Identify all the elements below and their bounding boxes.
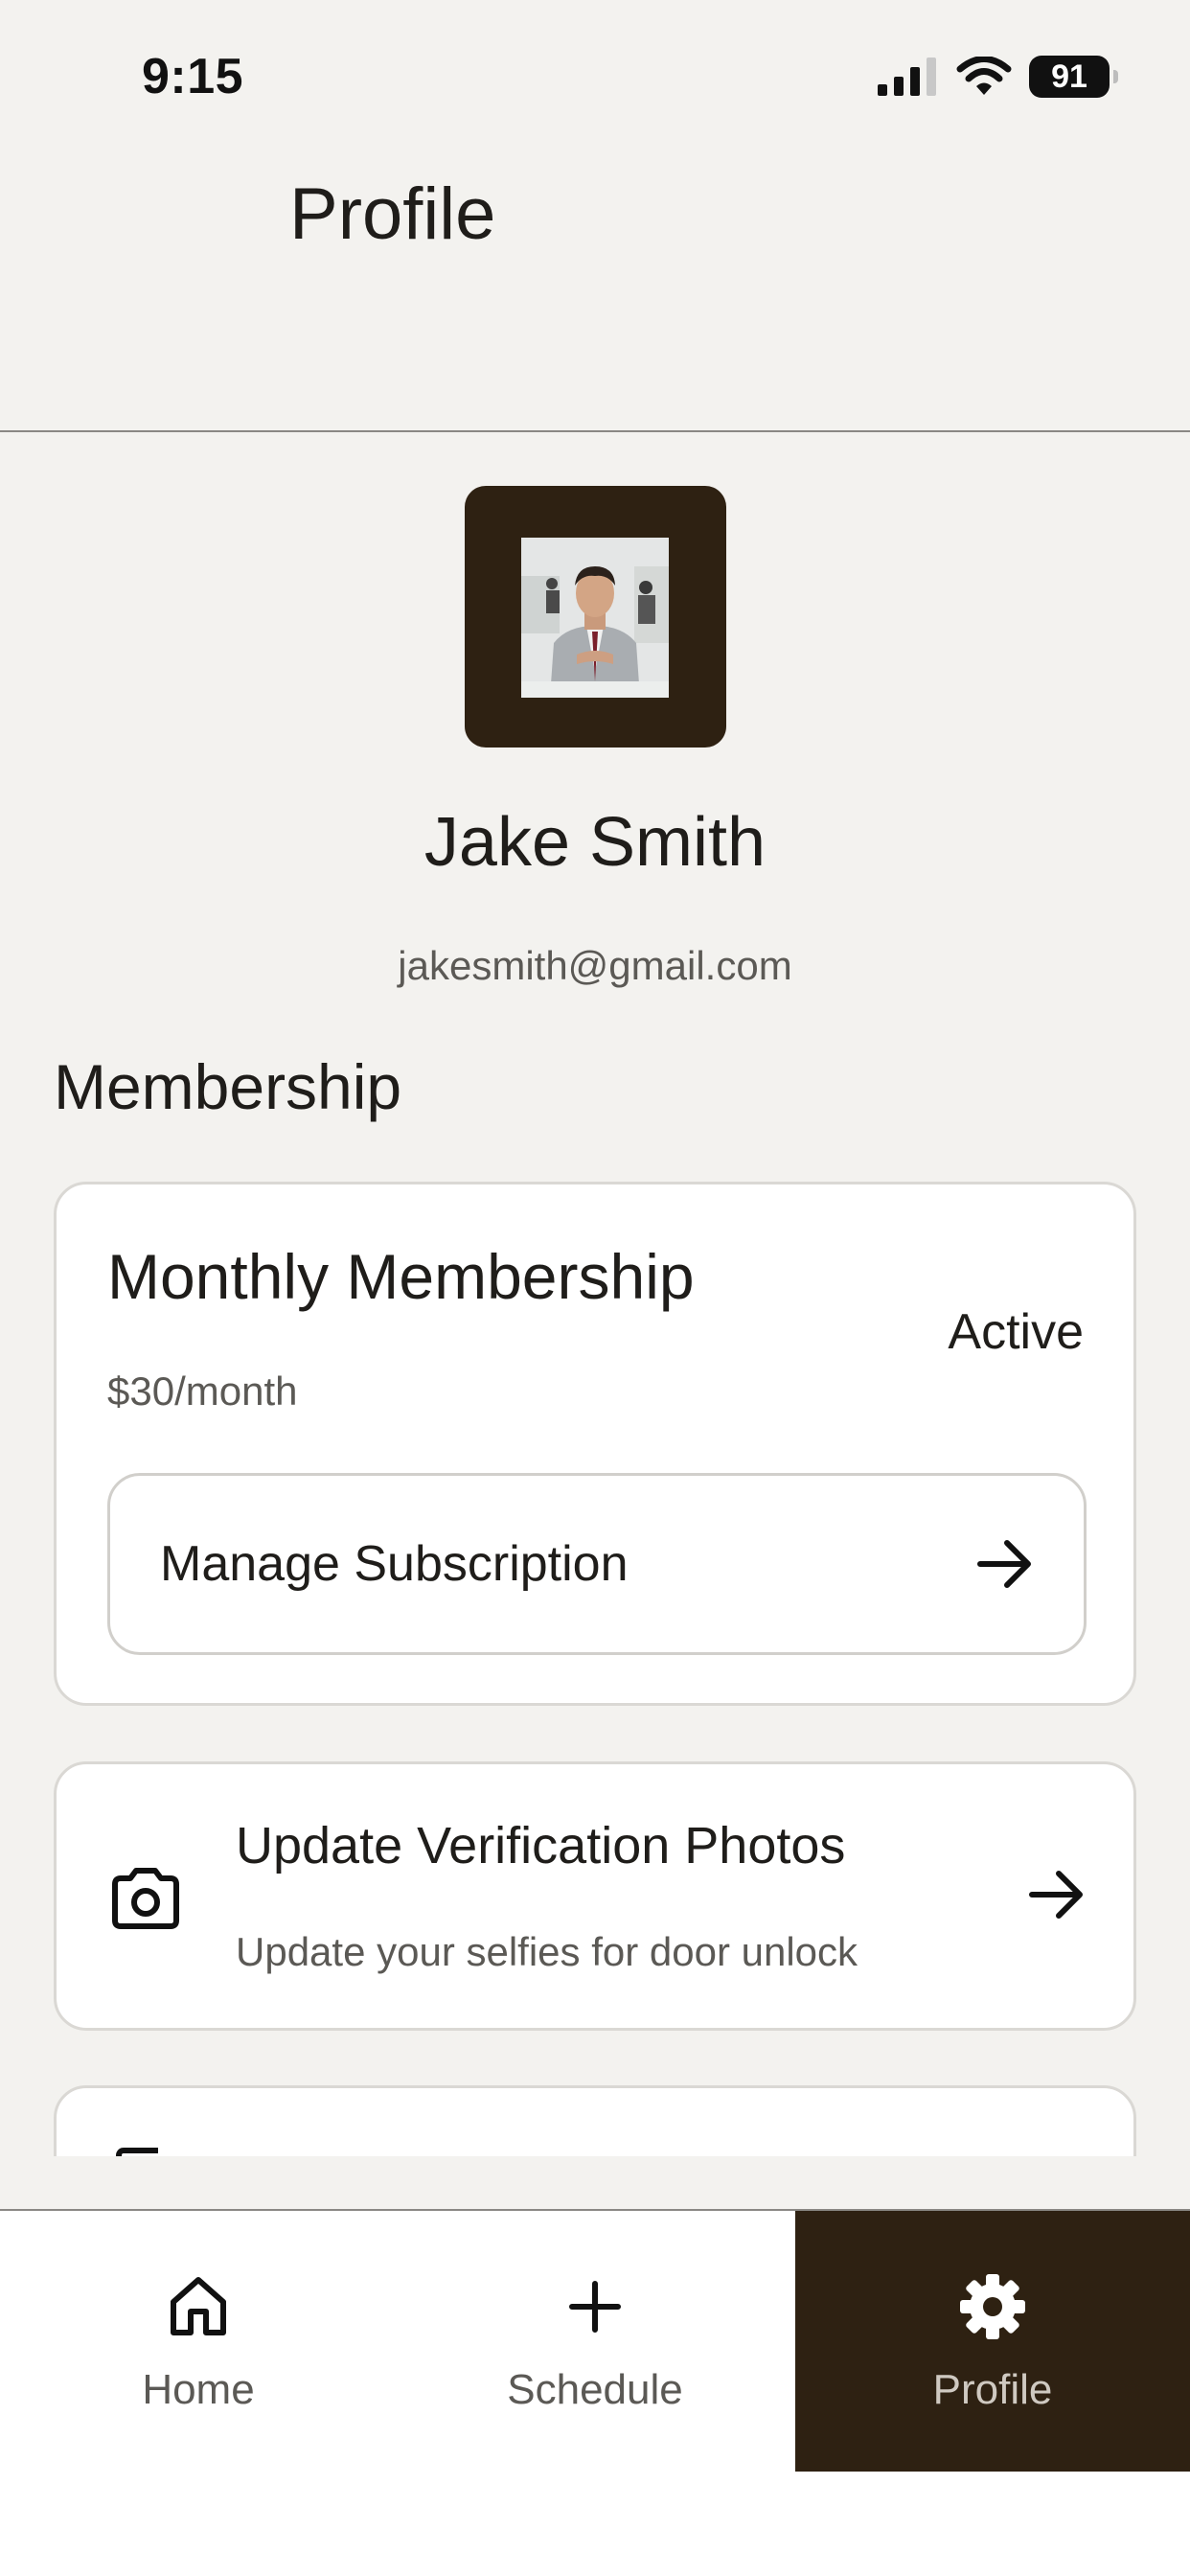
- wifi-icon: [956, 57, 1012, 95]
- membership-section-title: Membership: [54, 1051, 402, 1122]
- membership-card: Monthly Membership Active $30/month Mana…: [54, 1182, 1136, 1706]
- manage-subscription-button[interactable]: Manage Subscription: [107, 1473, 1087, 1655]
- membership-status-badge: Active: [948, 1304, 1084, 1360]
- page-title: Profile: [289, 173, 496, 255]
- status-time: 9:15: [142, 49, 244, 104]
- header: Profile: [0, 144, 1190, 432]
- cellular-signal-icon: [878, 58, 936, 96]
- manage-subscription-label: Manage Subscription: [160, 1536, 629, 1592]
- user-email: jakesmith@gmail.com: [398, 943, 792, 988]
- membership-plan-name: Monthly Membership: [107, 1241, 695, 1312]
- membership-price: $30/month: [107, 1368, 298, 1414]
- tab-home[interactable]: Home: [0, 2211, 397, 2472]
- camera-icon: [112, 1868, 179, 1929]
- scroll-clip: [0, 2080, 1190, 2156]
- tab-bar: Home Schedule Profile: [0, 2209, 1190, 2576]
- status-icons: 91: [878, 56, 1118, 98]
- update-verification-photos-card[interactable]: Update Verification Photos Update your s…: [54, 1761, 1136, 2031]
- plus-icon: [569, 2281, 621, 2333]
- partial-icon: [116, 2148, 158, 2156]
- verification-subtitle: Update your selfies for door unlock: [236, 1929, 858, 1974]
- tab-profile-label: Profile: [932, 2366, 1053, 2413]
- battery-level: 91: [1051, 58, 1087, 95]
- tab-schedule-label: Schedule: [507, 2366, 683, 2413]
- arrow-right-icon: [977, 1540, 1031, 1588]
- arrow-right-icon: [1029, 1871, 1083, 1919]
- gear-icon: [960, 2274, 1025, 2339]
- home-icon: [171, 2277, 226, 2335]
- tab-home-label: Home: [142, 2366, 255, 2413]
- verification-title: Update Verification Photos: [236, 1817, 846, 1874]
- user-name: Jake Smith: [423, 804, 767, 881]
- avatar-photo: [521, 538, 669, 698]
- tab-schedule[interactable]: Schedule: [397, 2211, 793, 2472]
- battery-icon: 91: [1029, 56, 1118, 98]
- person-photo-icon: [521, 538, 669, 698]
- tab-profile[interactable]: Profile: [795, 2211, 1190, 2472]
- status-bar: 9:15 91: [0, 0, 1190, 144]
- avatar[interactable]: [465, 486, 726, 748]
- next-settings-card[interactable]: [54, 2085, 1136, 2156]
